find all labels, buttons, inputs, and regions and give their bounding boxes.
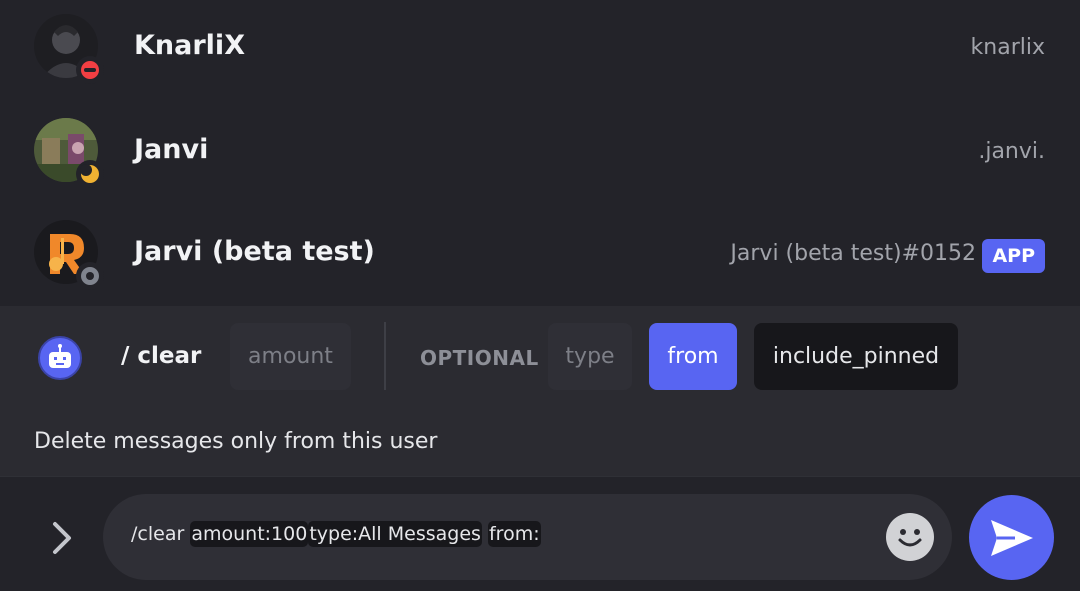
chevron-right-icon	[53, 522, 71, 554]
optional-label: OPTIONAL	[420, 346, 539, 370]
arg-amount-chip[interactable]: amount:100	[190, 521, 309, 547]
app-root: KnarliX knarlix Janvi .janvi. Jarvi (bet…	[0, 0, 1080, 591]
member-row-jarvi[interactable]: Jarvi (beta test) Jarvi (beta test)#0152…	[0, 206, 1080, 308]
input-content[interactable]: /clear amount:100 type:All Messages from:	[131, 521, 541, 547]
option-include-pinned[interactable]: include_pinned	[754, 323, 958, 390]
emoji-button[interactable]	[886, 513, 934, 561]
member-row-janvi[interactable]: Janvi .janvi.	[0, 104, 1080, 206]
member-name: KnarliX	[134, 30, 246, 61]
status-dnd-icon	[76, 56, 104, 84]
member-name: Jarvi (beta test)	[134, 236, 375, 267]
divider	[384, 322, 386, 390]
member-username: .janvi.	[978, 139, 1045, 164]
send-icon	[990, 519, 1033, 556]
command-options-bar: / clear amount OPTIONAL type from includ…	[0, 306, 1080, 476]
status-offline-icon	[76, 262, 104, 290]
member-list: KnarliX knarlix Janvi .janvi. Jarvi (bet…	[0, 0, 1080, 306]
member-row-knarlix[interactable]: KnarliX knarlix	[0, 0, 1080, 102]
command-name: / clear	[121, 343, 202, 369]
status-idle-icon	[76, 160, 104, 188]
option-amount[interactable]: amount	[230, 323, 351, 390]
message-composer: /clear amount:100 type:All Messages from:	[0, 476, 1080, 591]
arg-from-chip[interactable]: from:	[487, 521, 541, 547]
send-button[interactable]	[969, 495, 1054, 580]
app-badge: APP	[982, 239, 1045, 273]
arg-type-chip[interactable]: type:All Messages	[308, 521, 482, 547]
option-type[interactable]: type	[548, 323, 632, 390]
member-username: knarlix	[970, 35, 1045, 60]
option-description: Delete messages only from this user	[34, 429, 438, 454]
message-input[interactable]: /clear amount:100 type:All Messages from:	[103, 494, 952, 580]
option-from[interactable]: from	[649, 323, 737, 390]
bot-icon	[38, 336, 82, 380]
command-text: /clear	[131, 523, 185, 545]
member-username: Jarvi (beta test)#0152	[730, 241, 976, 266]
emoji-smile-icon	[898, 529, 922, 547]
expand-button[interactable]	[42, 515, 82, 561]
member-name: Janvi	[134, 134, 209, 165]
